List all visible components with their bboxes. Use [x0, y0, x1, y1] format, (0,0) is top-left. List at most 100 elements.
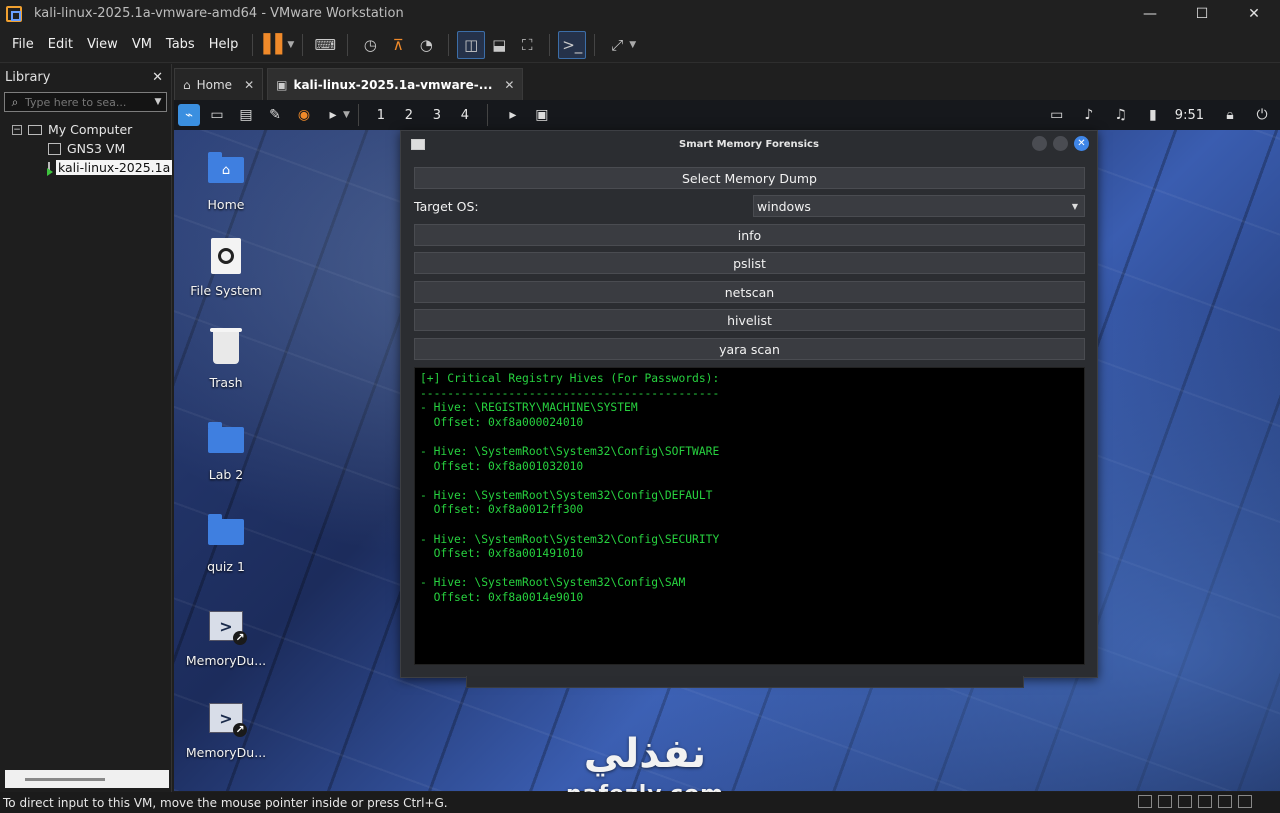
- target-os-value: windows: [757, 198, 811, 214]
- menu-vm[interactable]: VM: [126, 37, 158, 52]
- workspace-1[interactable]: 1: [367, 108, 395, 123]
- window-title: kali-linux-2025.1a-vmware-amd64 - VMware…: [34, 6, 404, 21]
- workspace-2[interactable]: 2: [395, 108, 423, 123]
- desktop-icon-lab-2[interactable]: Lab 2: [174, 420, 278, 482]
- tree-item-gns3-vm[interactable]: GNS3 VM: [0, 139, 171, 158]
- taskbar-terminal-icon[interactable]: ▸: [501, 103, 525, 127]
- console-line: [+] Critical Registry Hives (For Passwor…: [420, 372, 720, 385]
- stretch-icon: ⤢: [611, 35, 624, 54]
- send-ctrl-alt-del-button[interactable]: ⌨: [311, 31, 339, 59]
- sound-icon[interactable]: [1178, 795, 1192, 808]
- workspace-4[interactable]: 4: [451, 108, 479, 123]
- kali-menu-icon[interactable]: ⌁: [178, 104, 200, 126]
- desktop-icon-home[interactable]: ⌂ Home: [174, 150, 278, 212]
- target-os-select[interactable]: windows ▼: [753, 195, 1085, 217]
- tree-item-my-computer[interactable]: − My Computer: [0, 120, 171, 139]
- menu-tabs[interactable]: Tabs: [160, 37, 201, 52]
- pause-icon: ▌▌: [263, 34, 290, 55]
- console-line: Offset: 0xf8a001032010: [420, 459, 584, 473]
- notifications-icon[interactable]: ♫: [1109, 103, 1133, 127]
- app-maximize-button[interactable]: [1053, 136, 1068, 151]
- library-horizontal-scrollbar[interactable]: [5, 770, 169, 788]
- vmware-logo-icon: [6, 5, 22, 22]
- library-close-icon[interactable]: ✕: [152, 70, 163, 85]
- menu-view[interactable]: View: [81, 37, 124, 52]
- close-button[interactable]: ✕: [1228, 0, 1280, 27]
- tab-home[interactable]: ⌂ Home ✕: [174, 68, 264, 100]
- network-icon[interactable]: [1158, 795, 1172, 808]
- menu-edit[interactable]: Edit: [42, 37, 79, 52]
- app-minimize-button[interactable]: [1032, 136, 1047, 151]
- desktop-icon-quiz-1[interactable]: quiz 1: [174, 512, 278, 574]
- tab-close-icon[interactable]: ✕: [504, 78, 514, 92]
- text-editor-icon[interactable]: ✎: [263, 103, 287, 127]
- app-close-button[interactable]: ✕: [1074, 136, 1089, 151]
- tab-kali-vm[interactable]: ▣ kali-linux-2025.1a-vmware-... ✕: [267, 68, 524, 100]
- vm-icon: [48, 142, 61, 155]
- output-console[interactable]: [+] Critical Registry Hives (For Passwor…: [414, 367, 1085, 665]
- menu-help[interactable]: Help: [203, 37, 245, 52]
- tree-item-kali-linux[interactable]: kali-linux-2025.1a: [0, 158, 173, 177]
- taskbar-app-window-icon[interactable]: ▣: [530, 103, 554, 127]
- usb-icon[interactable]: [1198, 795, 1212, 808]
- launcher-dropdown-icon[interactable]: ▼: [343, 110, 350, 120]
- scrollbar-thumb[interactable]: [25, 778, 105, 781]
- menu-file[interactable]: File: [6, 37, 40, 52]
- minimize-button[interactable]: —: [1124, 0, 1176, 27]
- maximize-button[interactable]: ☐: [1176, 0, 1228, 27]
- panel-clock[interactable]: 9:51: [1175, 108, 1204, 123]
- hivelist-button[interactable]: hivelist: [414, 309, 1085, 331]
- snapshot-button[interactable]: ◷: [356, 31, 384, 59]
- desktop-icon-memorydump-2[interactable]: > MemoryDu...: [174, 698, 278, 760]
- volume-icon[interactable]: ♪: [1077, 103, 1101, 127]
- app-window-icon: [411, 139, 425, 150]
- panel-separator: [357, 104, 359, 126]
- netscan-button[interactable]: netscan: [414, 281, 1085, 303]
- script-link-icon: >: [209, 611, 247, 645]
- search-dropdown-icon[interactable]: ▼: [150, 97, 166, 107]
- yara-scan-button[interactable]: yara scan: [414, 338, 1085, 360]
- display-status-icon[interactable]: [1238, 795, 1252, 808]
- desktop-icon-file-system[interactable]: File System: [174, 236, 278, 298]
- drive-icon: [211, 238, 241, 274]
- battery-icon[interactable]: ▮: [1141, 103, 1165, 127]
- status-bar: To direct input to this VM, move the mou…: [0, 792, 1280, 813]
- select-memory-dump-button[interactable]: Select Memory Dump: [414, 167, 1085, 189]
- guest-desktop[interactable]: ⌁ ▭ ▤ ✎ ◉ ▸ ▼ 1 2 3 4 ▸ ▣ ▭ ♪ ♫ ▮ 9:51 🔒…: [174, 100, 1280, 791]
- tab-close-icon[interactable]: ✕: [244, 78, 254, 92]
- stretch-dropdown-icon[interactable]: ▼: [629, 40, 636, 50]
- show-library-button[interactable]: ◫: [457, 30, 486, 59]
- printer-icon[interactable]: [1218, 795, 1232, 808]
- pslist-button[interactable]: pslist: [414, 252, 1085, 274]
- title-bar: kali-linux-2025.1a-vmware-amd64 - VMware…: [0, 0, 1280, 27]
- stretch-guest-button[interactable]: ⤢: [603, 31, 631, 59]
- desktop-icon-label: File System: [190, 283, 262, 298]
- app-title-bar[interactable]: Smart Memory Forensics ✕: [401, 131, 1097, 158]
- terminal-launcher-icon[interactable]: ▸: [321, 103, 345, 127]
- library-search-placeholder[interactable]: Type here to sea...: [25, 96, 126, 109]
- toolbar-separator: [549, 33, 551, 56]
- console-view-button[interactable]: >_: [558, 30, 587, 59]
- power-icon[interactable]: ⏻: [1250, 103, 1274, 127]
- hard-disk-icon[interactable]: [1138, 795, 1152, 808]
- library-search[interactable]: ⌕ Type here to sea... ▼: [4, 92, 167, 112]
- workspace-3[interactable]: 3: [423, 108, 451, 123]
- pause-dropdown-icon[interactable]: ▼: [287, 40, 294, 50]
- revert-snapshot-button[interactable]: ⊼: [384, 31, 412, 59]
- file-manager-icon[interactable]: ▤: [234, 103, 258, 127]
- display-icon[interactable]: ▭: [1045, 103, 1069, 127]
- snapshot-manager-button[interactable]: ◔: [412, 31, 440, 59]
- console-line: Offset: 0xf8a000024010: [420, 415, 584, 429]
- desktop-icon-trash[interactable]: Trash: [174, 328, 278, 390]
- firefox-icon[interactable]: ◉: [292, 103, 316, 127]
- info-button[interactable]: info: [414, 224, 1085, 246]
- show-desktop-icon[interactable]: ▭: [205, 103, 229, 127]
- thumbnail-bar-button[interactable]: ⬓: [485, 31, 513, 59]
- collapse-icon[interactable]: −: [12, 124, 22, 135]
- full-screen-button[interactable]: ⛶: [513, 31, 541, 59]
- desktop-icon-memorydump-1[interactable]: > MemoryDu...: [174, 606, 278, 668]
- pause-vm-button[interactable]: ▌▌: [261, 31, 290, 59]
- lock-icon[interactable]: 🔒︎: [1218, 103, 1242, 127]
